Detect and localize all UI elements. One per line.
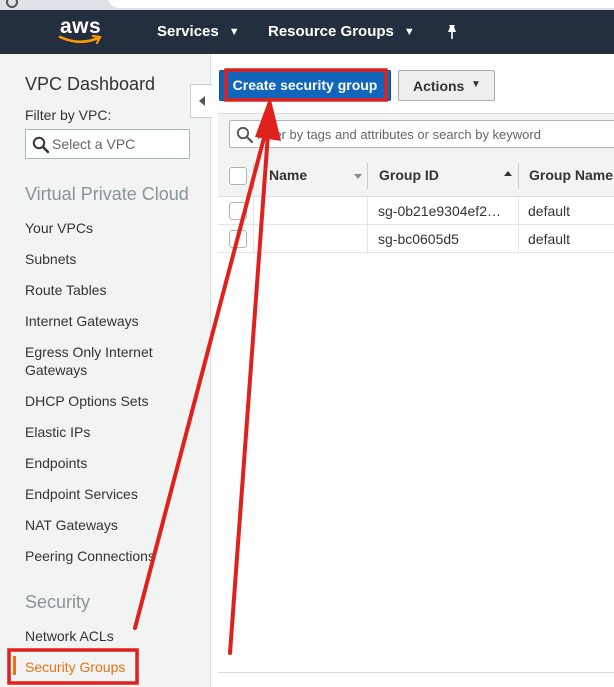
sidebar-item-network-acls[interactable]: Network ACLs	[25, 627, 165, 645]
column-divider	[367, 197, 368, 225]
reload-icon[interactable]	[6, 0, 18, 8]
sidebar-item-dhcp-options-sets[interactable]: DHCP Options Sets	[25, 392, 165, 410]
cell-group-name: default	[528, 203, 571, 219]
column-divider	[518, 225, 519, 253]
column-header-name[interactable]: Name	[269, 167, 307, 183]
sidebar-item-elastic-ips[interactable]: Elastic IPs	[25, 423, 165, 441]
chevron-down-icon: ▼	[471, 79, 481, 90]
column-divider	[518, 197, 519, 225]
section-heading-security: Security	[25, 592, 91, 612]
column-divider	[518, 163, 519, 189]
chevron-down-icon: ▼	[403, 26, 415, 38]
aws-top-nav: aws Services ▼ Resource Groups ▼	[0, 10, 614, 54]
nav-resource-groups-label: Resource Groups	[268, 23, 394, 40]
sidebar-item-endpoints[interactable]: Endpoints	[25, 454, 165, 472]
row-checkbox[interactable]	[229, 202, 247, 220]
vpc-filter-select[interactable]: Select a VPC	[25, 129, 190, 159]
sidebar: VPC Dashboard Filter by VPC: Select a VP…	[0, 54, 211, 687]
table-row[interactable]: sg-bc0605d5 default	[218, 225, 614, 253]
vpc-filter-placeholder: Select a VPC	[52, 136, 136, 152]
sidebar-title[interactable]: VPC Dashboard	[25, 74, 155, 95]
column-divider	[367, 225, 368, 253]
cell-group-name: default	[528, 231, 571, 247]
browser-toolbar	[0, 0, 614, 10]
column-divider	[253, 163, 254, 189]
actions-label: Actions	[413, 78, 465, 94]
nav-resource-groups[interactable]: Resource Groups ▼	[268, 10, 415, 54]
column-divider	[253, 197, 254, 225]
column-divider	[367, 163, 368, 189]
sort-desc-icon[interactable]	[354, 174, 362, 179]
sidebar-item-nat-gateways[interactable]: NAT Gateways	[25, 516, 165, 534]
address-bar[interactable]	[108, 0, 614, 8]
sidebar-item-route-tables[interactable]: Route Tables	[25, 281, 165, 299]
create-security-group-button[interactable]: Create security group	[219, 70, 391, 101]
select-all-checkbox[interactable]	[229, 167, 247, 185]
chevron-left-icon	[199, 96, 205, 106]
chevron-down-icon: ▼	[228, 26, 240, 38]
search-icon	[32, 136, 50, 154]
column-header-group-name[interactable]: Group Name	[529, 167, 613, 183]
actions-dropdown-button[interactable]: Actions ▼	[398, 70, 495, 101]
sidebar-collapse-toggle[interactable]	[190, 84, 212, 118]
search-icon	[236, 126, 254, 144]
column-divider	[253, 225, 254, 253]
sidebar-item-peering-connections[interactable]: Peering Connections	[25, 547, 195, 565]
section-heading-vpc: Virtual Private Cloud	[25, 184, 189, 204]
nav-services-label: Services	[157, 23, 219, 40]
aws-smile-icon	[58, 34, 102, 45]
filter-by-vpc-label: Filter by VPC:	[25, 107, 112, 123]
sidebar-item-egress-only-internet-gateways[interactable]: Egress Only Internet Gateways	[25, 343, 165, 379]
sidebar-item-your-vpcs[interactable]: Your VPCs	[25, 219, 165, 237]
column-header-group-id[interactable]: Group ID	[379, 167, 439, 183]
aws-logo[interactable]: aws	[56, 14, 112, 50]
table-footer-border	[218, 672, 614, 673]
nav-services[interactable]: Services ▼	[157, 10, 240, 54]
sidebar-item-security-groups[interactable]: Security Groups	[25, 658, 165, 676]
table-row[interactable]: sg-0b21e9304ef2… default	[218, 197, 614, 225]
search-bar: Filter by tags and attributes or search …	[218, 113, 614, 155]
row-checkbox[interactable]	[229, 230, 247, 248]
sidebar-item-endpoint-services[interactable]: Endpoint Services	[25, 485, 165, 503]
sidebar-item-internet-gateways[interactable]: Internet Gateways	[25, 312, 165, 330]
cell-group-id: sg-0b21e9304ef2…	[378, 203, 501, 219]
table-header: Name Group ID Group Name	[218, 155, 614, 197]
sidebar-item-subnets[interactable]: Subnets	[25, 250, 165, 268]
cell-group-id: sg-bc0605d5	[378, 231, 459, 247]
pin-icon[interactable]	[444, 24, 460, 40]
active-item-indicator	[13, 656, 16, 675]
search-input[interactable]: Filter by tags and attributes or search …	[229, 120, 614, 148]
sort-asc-icon[interactable]	[504, 171, 512, 176]
search-placeholder: Filter by tags and attributes or search …	[257, 127, 541, 142]
